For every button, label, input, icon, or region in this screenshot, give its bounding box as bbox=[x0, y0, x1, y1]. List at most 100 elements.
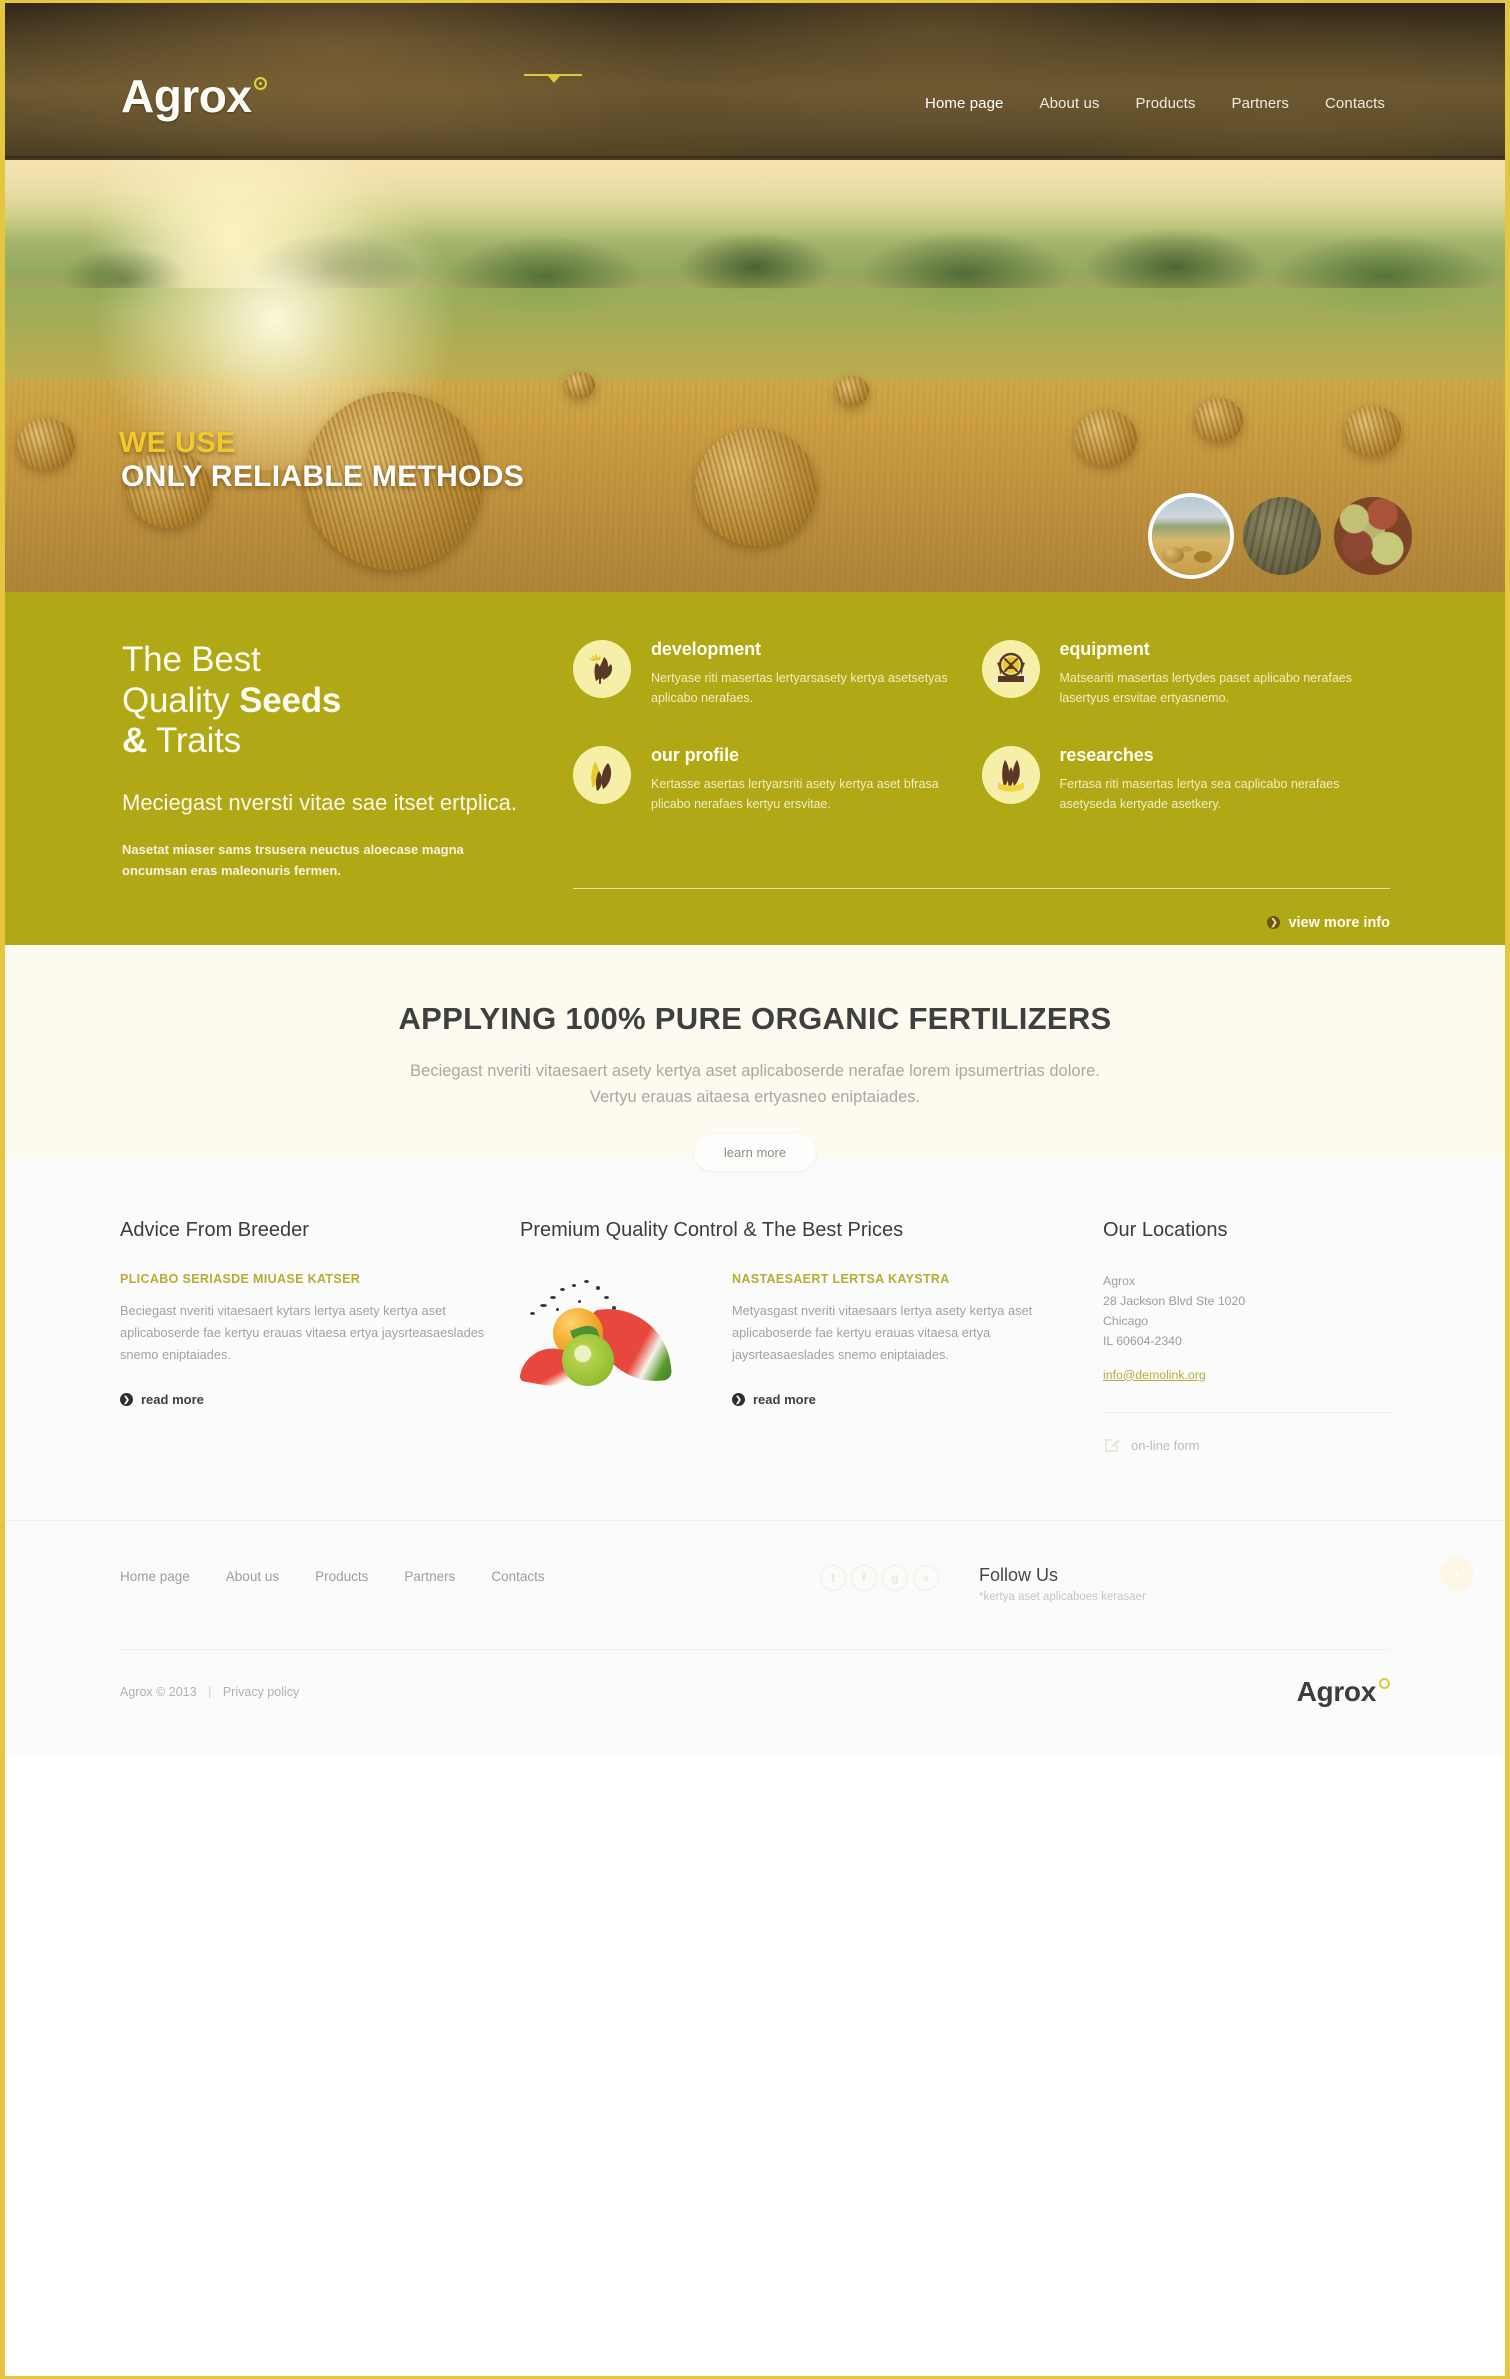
hero-thumb-hay-field[interactable] bbox=[1152, 497, 1230, 575]
footer-logo-text: Agrox bbox=[1296, 1676, 1377, 1708]
nav-item-partners[interactable]: Partners bbox=[1232, 95, 1290, 112]
column-kicker: PLICABO SERIASDE MIUASE KATSER bbox=[120, 1272, 361, 1286]
chevron-right-icon: ❯ bbox=[732, 1393, 745, 1406]
footer-nav-item-home-page[interactable]: Home page bbox=[120, 1569, 190, 1584]
features-paragraph: Nasetat miaser sams trsusera neuctus alo… bbox=[122, 841, 464, 878]
windmill-emblem-icon bbox=[981, 640, 1040, 698]
column-kicker: NASTAESAERT LERTSA KAYSTRA bbox=[732, 1272, 950, 1286]
column-our-locations: Our Locations Agrox 28 Jackson Blvd Ste … bbox=[1050, 1218, 1390, 1458]
fruit-splash-image bbox=[519, 1272, 710, 1402]
column-title: Premium Quality Control & The Best Price… bbox=[520, 1219, 904, 1241]
rss-icon[interactable]: » bbox=[913, 1564, 939, 1591]
nav-item-contacts[interactable]: Contacts bbox=[1325, 95, 1385, 112]
online-form-label: on-line form bbox=[1131, 1437, 1200, 1453]
content-columns-section: Advice From Breeder PLICABO SERIASDE MIU… bbox=[5, 1158, 1505, 1755]
feature-title: researches bbox=[1059, 745, 1154, 765]
pencil-icon bbox=[1103, 1435, 1121, 1456]
hero-thumb-potatoes[interactable] bbox=[1334, 497, 1412, 575]
feature-text: Kertasse asertas lertyarsriti asety kert… bbox=[651, 777, 939, 811]
copyright-label: Agrox © 2013 bbox=[120, 1685, 197, 1700]
footer-logo[interactable]: Agrox bbox=[1297, 1676, 1390, 1708]
features-divider bbox=[573, 887, 1390, 889]
page-root: Agrox Home page About us Products Partne… bbox=[0, 0, 1510, 2379]
footer-nav-item-about-us[interactable]: About us bbox=[226, 1569, 279, 1584]
lime-fruit bbox=[562, 1334, 614, 1386]
column-title: Our Locations bbox=[1103, 1219, 1228, 1241]
site-footer: Home page About us Products Partners Con… bbox=[5, 1519, 1505, 1755]
privacy-policy-link[interactable]: Privacy policy bbox=[223, 1685, 299, 1699]
features-heading: The Best Quality Seeds & Traits bbox=[122, 640, 342, 761]
hay-bale-decoration bbox=[695, 428, 817, 546]
features-intro: The Best Quality Seeds & Traits Meciegas… bbox=[120, 640, 520, 881]
nav-item-home-page[interactable]: Home page bbox=[925, 95, 1003, 112]
footer-navigation: Home page About us Products Partners Con… bbox=[120, 1565, 820, 1584]
main-navigation: Home page About us Products Partners Con… bbox=[925, 95, 1385, 112]
hero-banner: WE USE ONLY RELIABLE METHODS bbox=[5, 160, 1505, 592]
address-block: Agrox 28 Jackson Blvd Ste 1020 Chicago I… bbox=[1103, 1272, 1390, 1386]
feature-our-profile[interactable]: our profile Kertasse asertas lertyarsrit… bbox=[573, 746, 982, 814]
column-title: Advice From Breeder bbox=[120, 1219, 309, 1241]
footer-nav-item-contacts[interactable]: Contacts bbox=[491, 1569, 544, 1584]
feature-text: Fertasa riti masertas lertya sea caplica… bbox=[1059, 777, 1340, 811]
copyright-separator: | bbox=[208, 1685, 212, 1700]
hay-bale-decoration bbox=[1075, 410, 1137, 466]
hay-bale-decoration bbox=[17, 418, 75, 470]
facebook-icon[interactable]: f bbox=[851, 1564, 877, 1591]
registered-mark-icon bbox=[254, 76, 268, 94]
google-plus-icon[interactable]: g bbox=[882, 1564, 908, 1591]
hay-bale-decoration bbox=[1195, 398, 1243, 442]
feature-text: Nertyase riti masertas lertyarsasety ker… bbox=[651, 671, 948, 705]
column-premium-quality: Premium Quality Control & The Best Price… bbox=[519, 1218, 1050, 1458]
features-band: The Best Quality Seeds & Traits Meciegas… bbox=[5, 592, 1505, 945]
chevron-right-icon: ❯ bbox=[120, 1393, 133, 1406]
hero-thumb-wheat-ears[interactable] bbox=[1243, 497, 1321, 575]
footer-nav-item-products[interactable]: Products bbox=[315, 1569, 368, 1584]
read-more-label: read more bbox=[141, 1392, 204, 1407]
view-more-info-link[interactable]: ❯ view more info bbox=[1267, 915, 1390, 931]
wheat-sun-icon bbox=[573, 640, 631, 698]
feature-title: equipment bbox=[1059, 639, 1150, 659]
learn-more-button[interactable]: learn more bbox=[693, 1134, 817, 1172]
hero-copy: WE USE ONLY RELIABLE METHODS bbox=[119, 427, 524, 494]
view-more-info-label: view more info bbox=[1288, 914, 1390, 931]
online-form-link[interactable]: on-line form bbox=[1103, 1435, 1200, 1456]
social-links: t f g » bbox=[820, 1564, 939, 1591]
two-wheat-ears-icon bbox=[573, 746, 631, 804]
cta-band: APPLYING 100% PURE ORGANIC FERTILIZERS B… bbox=[5, 945, 1505, 1172]
footer-nav-item-partners[interactable]: Partners bbox=[404, 1569, 455, 1584]
read-more-link-advice[interactable]: ❯ read more bbox=[120, 1392, 204, 1407]
address-city: Chicago bbox=[1103, 1313, 1149, 1328]
feature-equipment[interactable]: equipment Matseariti masertas lertydes p… bbox=[981, 639, 1391, 708]
chevron-right-icon: ❯ bbox=[1267, 916, 1281, 930]
twitter-icon[interactable]: t bbox=[820, 1564, 846, 1591]
logo[interactable]: Agrox bbox=[121, 73, 268, 119]
site-header: Agrox Home page About us Products Partne… bbox=[5, 3, 1505, 160]
feature-researches[interactable]: researches Fertasa riti masertas lertya … bbox=[981, 745, 1391, 814]
address-company: Agrox bbox=[1103, 1274, 1136, 1288]
registered-mark-icon bbox=[1379, 1678, 1390, 1690]
hero-line-1: WE USE bbox=[119, 427, 236, 459]
hay-bale-decoration bbox=[835, 376, 869, 406]
features-grid: development Nertyase riti masertas lerty… bbox=[520, 640, 1390, 881]
nav-item-products[interactable]: Products bbox=[1136, 95, 1196, 112]
hay-bale-decoration bbox=[1345, 406, 1401, 456]
follow-us-block: Follow Us *kertya aset aplicaboes kerasa… bbox=[979, 1565, 1146, 1604]
email-link[interactable]: info@demolink.org bbox=[1103, 1366, 1206, 1386]
locations-divider bbox=[1103, 1411, 1390, 1413]
nav-item-about-us[interactable]: About us bbox=[1039, 95, 1099, 112]
read-more-label: read more bbox=[753, 1392, 816, 1407]
address-street: 28 Jackson Blvd Ste 1020 bbox=[1103, 1293, 1246, 1308]
scroll-to-top-button[interactable]: ▲ bbox=[1440, 1556, 1474, 1591]
follow-us-note: *kertya aset aplicaboes kerasaer bbox=[979, 1591, 1146, 1604]
active-nav-marker-icon bbox=[524, 74, 582, 84]
feature-title: our profile bbox=[651, 745, 739, 765]
cta-paragraph: Beciegast nveriti vitaesaert asety kerty… bbox=[410, 1062, 1100, 1106]
feature-development[interactable]: development Nertyase riti masertas lerty… bbox=[573, 640, 982, 708]
follow-us-title: Follow Us bbox=[979, 1564, 1059, 1585]
wheat-banner-icon bbox=[981, 746, 1040, 804]
features-subheading: Meciegast nversti vitae sae itset ertpli… bbox=[122, 789, 517, 815]
read-more-link-premium[interactable]: ❯ read more bbox=[732, 1392, 816, 1407]
cta-heading: APPLYING 100% PURE ORGANIC FERTILIZERS bbox=[398, 1001, 1112, 1036]
copyright-text: Agrox © 2013 | Privacy policy bbox=[120, 1685, 299, 1699]
copyright-row: Agrox © 2013 | Privacy policy Agrox bbox=[120, 1649, 1390, 1708]
